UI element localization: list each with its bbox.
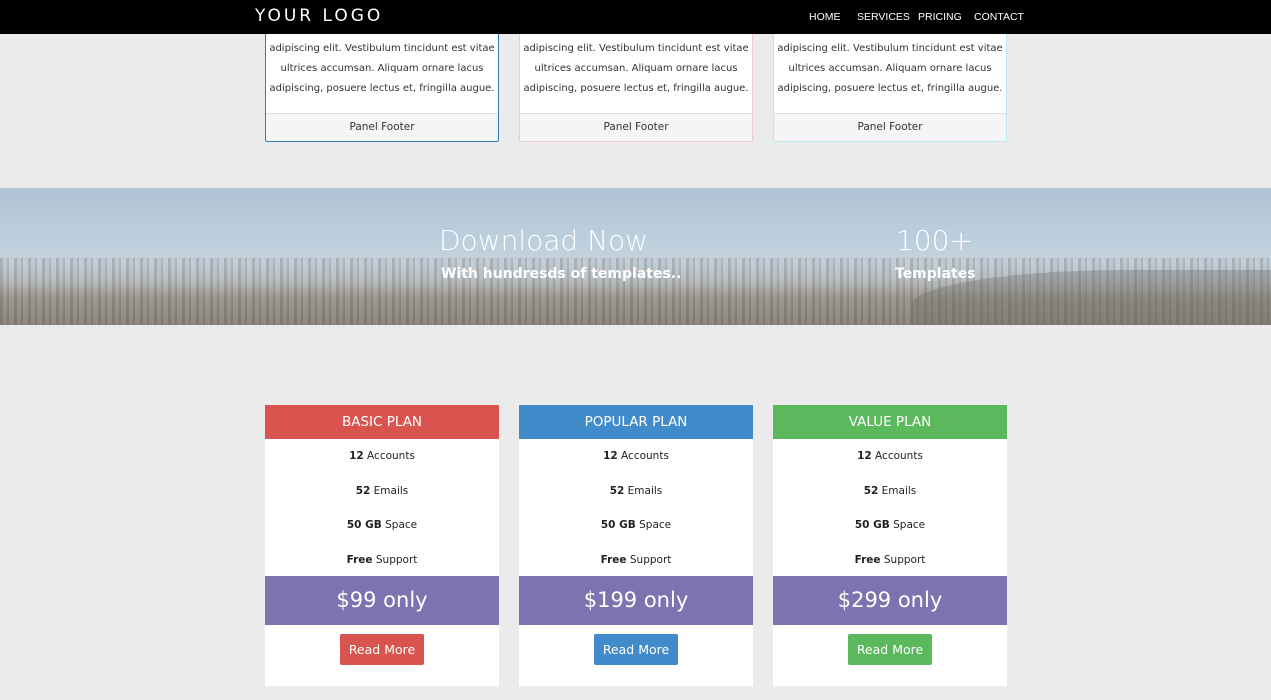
- plan-feature: Free Support: [600, 553, 672, 566]
- read-more-button[interactable]: Read More: [848, 634, 932, 665]
- panel-text-line: adipiscing, posuere lectus et, fringilla…: [269, 83, 495, 94]
- panel-text-line: ultrices accumsan. Aliquam ornare lacus: [788, 63, 992, 74]
- nav-contact-link[interactable]: CONTACT: [974, 11, 1024, 23]
- panel-footer: Panel Footer: [520, 113, 752, 141]
- panel-footer: Panel Footer: [774, 113, 1006, 141]
- nav-home-link[interactable]: HOME: [809, 11, 841, 23]
- plan-feature: 52 Emails: [355, 484, 409, 497]
- panel-danger: adipiscing elit. Vestibulum tincidunt es…: [519, 24, 753, 142]
- plan-feature: 12 Accounts: [857, 450, 923, 462]
- panel-footer: Panel Footer: [266, 113, 498, 141]
- banner-count-title: 100+: [896, 224, 973, 257]
- pricing-plan-value: VALUE PLAN 12 Accounts 52 Emails 50 GB S…: [773, 405, 1007, 686]
- logo[interactable]: YOUR LOGO: [255, 6, 383, 26]
- plan-feature: 52 Emails: [609, 484, 663, 497]
- panel-primary: adipiscing elit. Vestibulum tincidunt es…: [265, 24, 499, 142]
- plan-feature: Free Support: [854, 553, 926, 566]
- panel-body: adipiscing elit. Vestibulum tincidunt es…: [520, 25, 752, 115]
- plan-price: $199 only: [519, 576, 753, 625]
- pricing-plan-basic: BASIC PLAN 12 Accounts 52 Emails 50 GB S…: [265, 405, 499, 686]
- plan-title: VALUE PLAN: [773, 405, 1007, 439]
- nav-pricing-link[interactable]: PRICING: [918, 11, 962, 23]
- panel-text-line: adipiscing, posuere lectus et, fringilla…: [523, 83, 749, 94]
- plan-title: POPULAR PLAN: [519, 405, 753, 439]
- navbar: YOUR LOGO HOME SERVICES PRICING CONTACT: [0, 0, 1271, 34]
- plan-price: $299 only: [773, 576, 1007, 625]
- pricing-plan-popular: POPULAR PLAN 12 Accounts 52 Emails 50 GB…: [519, 405, 753, 686]
- panel-text-line: adipiscing, posuere lectus et, fringilla…: [777, 83, 1003, 94]
- panel-text-line: adipiscing elit. Vestibulum tincidunt es…: [777, 43, 1003, 54]
- plan-feature: 12 Accounts: [349, 450, 415, 462]
- plan-feature: 12 Accounts: [603, 450, 669, 462]
- plan-feature: 50 GB Space: [346, 519, 418, 531]
- nav-services-link[interactable]: SERVICES: [857, 11, 910, 23]
- plan-feature: 50 GB Space: [854, 519, 926, 531]
- panel-text-line: adipiscing elit. Vestibulum tincidunt es…: [523, 43, 749, 54]
- panel-body: adipiscing elit. Vestibulum tincidunt es…: [266, 25, 498, 115]
- plan-feature: Free Support: [346, 553, 418, 566]
- city-banner: Download Now With hundresds of templates…: [0, 188, 1271, 325]
- panel-text-line: adipiscing elit. Vestibulum tincidunt es…: [269, 43, 495, 54]
- banner-download-subtitle: With hundresds of templates..: [441, 266, 682, 282]
- read-more-button[interactable]: Read More: [340, 634, 424, 665]
- read-more-button[interactable]: Read More: [594, 634, 678, 665]
- panel-body: adipiscing elit. Vestibulum tincidunt es…: [774, 25, 1006, 115]
- panel-info: adipiscing elit. Vestibulum tincidunt es…: [773, 24, 1007, 142]
- banner-count-subtitle: Templates: [895, 266, 976, 282]
- panel-text-line: ultrices accumsan. Aliquam ornare lacus: [534, 63, 738, 74]
- panel-text-line: ultrices accumsan. Aliquam ornare lacus: [280, 63, 484, 74]
- plan-price: $99 only: [265, 576, 499, 625]
- plan-feature: 50 GB Space: [600, 519, 672, 531]
- plan-title: BASIC PLAN: [265, 405, 499, 439]
- banner-download-title: Download Now: [439, 224, 649, 257]
- plan-feature: 52 Emails: [863, 484, 917, 497]
